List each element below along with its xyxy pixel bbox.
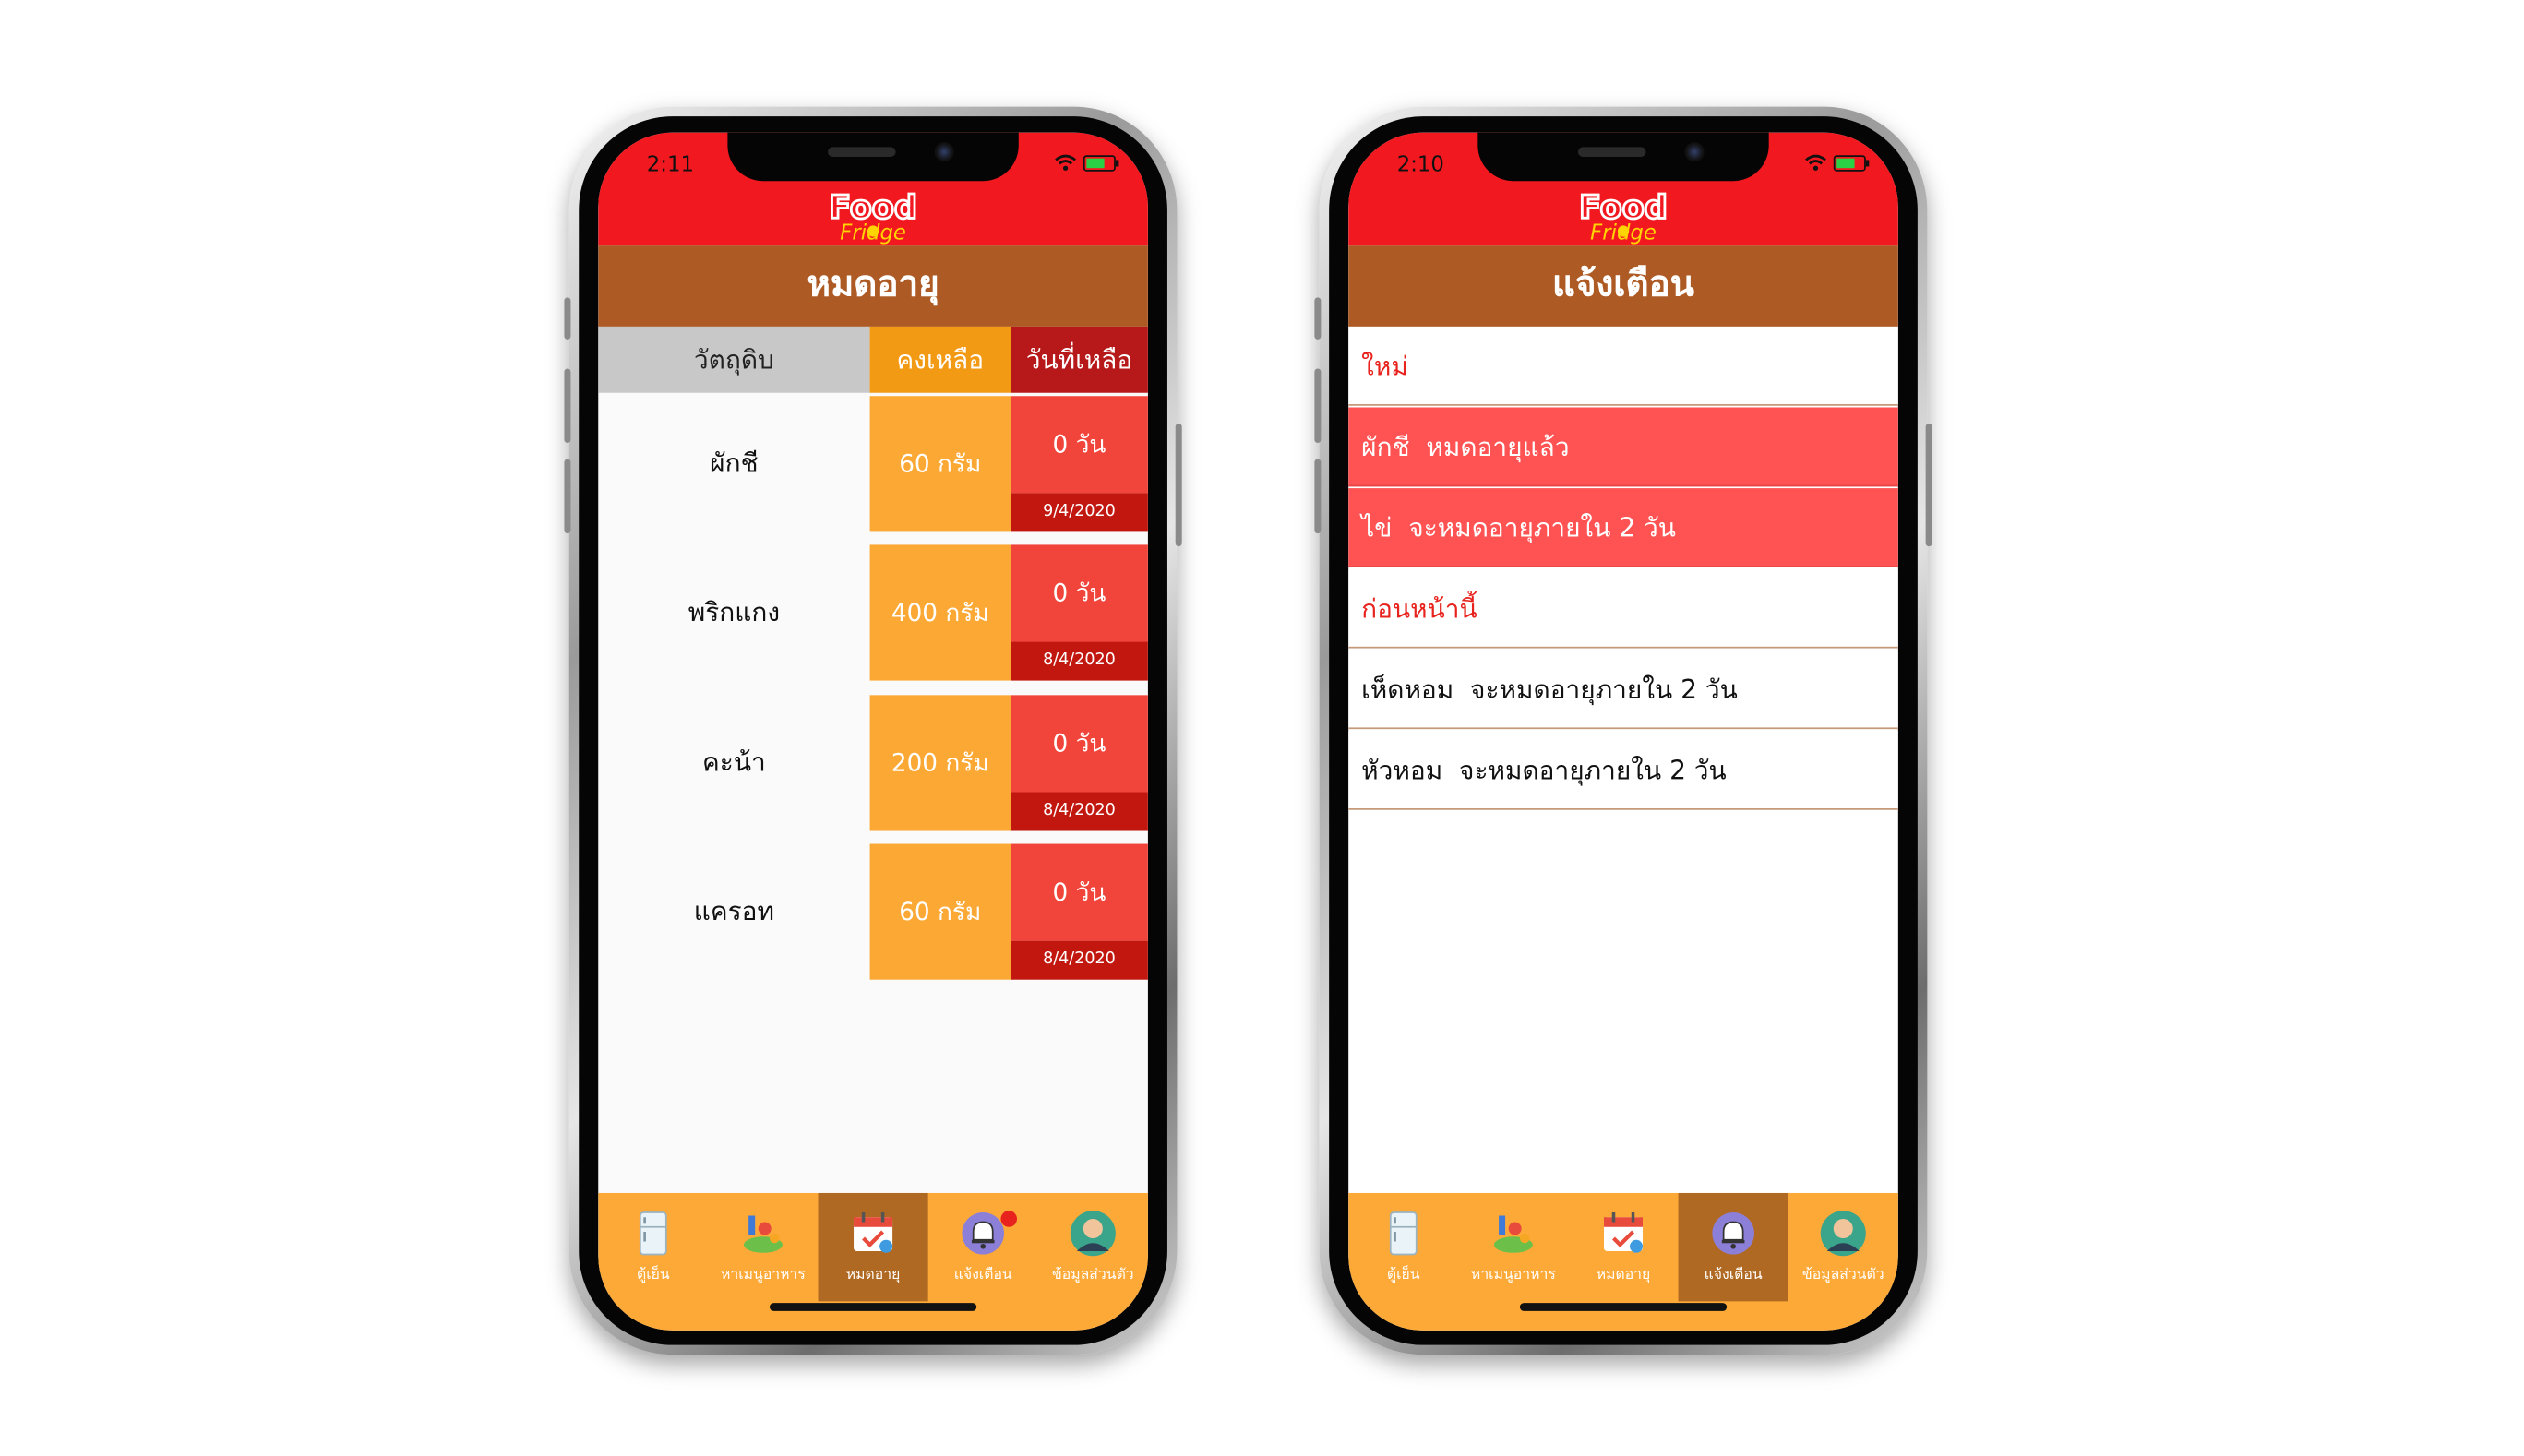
expiry-date: 8/4/2020 <box>1011 641 1148 681</box>
tab-label: หาเมนูอาหาร <box>1470 1267 1556 1284</box>
profile-avatar-icon <box>1070 1211 1116 1257</box>
tab-label: หมดอายุ <box>1596 1267 1651 1284</box>
tab-notifications[interactable]: แจ้งเตือน <box>1678 1192 1788 1302</box>
tab-label: ตู้เย็น <box>636 1267 670 1284</box>
column-header-remaining: คงเหลือ <box>869 326 1011 393</box>
calendar-icon <box>854 1212 893 1253</box>
tab-label: หมดอายุ <box>845 1267 901 1284</box>
fridge-icon <box>639 1211 667 1256</box>
notification-item[interactable]: หัวหอม จะหมดอายุภายใน 2 วัน <box>1348 730 1898 810</box>
notification-item[interactable]: เห็ดหอม จะหมดอายุภายใน 2 วัน <box>1348 650 1898 730</box>
expiry-date: 8/4/2020 <box>1011 940 1148 980</box>
tab-fridge[interactable]: ตู้เย็น <box>598 1193 708 1301</box>
wifi-icon <box>1055 154 1076 171</box>
bell-icon <box>1712 1212 1754 1255</box>
silent-switch <box>564 297 571 340</box>
tab-label: ตู้เย็น <box>1386 1267 1420 1284</box>
speaker-grille <box>828 147 896 157</box>
battery-icon <box>1833 154 1870 171</box>
ingredient-name: คะน้า <box>702 746 766 778</box>
tab-label: ข้อมูลส่วนตัว <box>1052 1267 1134 1284</box>
page-title: หมดอายุ <box>598 245 1148 327</box>
status-time: 2:11 <box>646 153 694 178</box>
tab-expiry[interactable]: หมดอายุ <box>1568 1193 1678 1301</box>
tab-fridge[interactable]: ตู้เย็น <box>1348 1193 1458 1301</box>
notifications-screen: 2:10 Food Fridge <box>1348 132 1898 1331</box>
profile-avatar-icon <box>1820 1211 1866 1257</box>
expiry-date: 9/4/2020 <box>1011 493 1148 532</box>
device-notch <box>1477 132 1769 182</box>
right-phone-frame: 2:10 Food Fridge <box>1314 106 1932 1355</box>
app-top-bar: 2:10 Food Fridge <box>1348 132 1898 246</box>
tab-expiry[interactable]: หมดอายุ <box>818 1192 928 1302</box>
front-camera <box>1684 142 1705 162</box>
volume-up-button <box>1314 368 1322 444</box>
food-fridge-logo-icon: Food Fridge <box>828 189 919 245</box>
status-time: 2:10 <box>1396 153 1444 178</box>
bell-icon <box>962 1212 1004 1255</box>
table-row[interactable]: ผักชี 60 กรัม 0 วัน 9/4/2020 <box>598 396 1148 532</box>
page-title: แจ้งเตือน <box>1348 245 1898 327</box>
front-camera <box>934 142 954 162</box>
ingredient-name: พริกแกง <box>688 596 781 627</box>
status-icons <box>1804 153 1870 171</box>
groceries-icon <box>1493 1215 1533 1253</box>
speaker-grille <box>1577 147 1646 157</box>
remaining-quantity: 60 กรัม <box>869 843 1011 980</box>
app-top-bar: 2:11 Food Fridge <box>598 132 1148 246</box>
status-icons <box>1054 153 1119 171</box>
tab-notifications[interactable]: แจ้งเตือน <box>928 1193 1038 1301</box>
volume-up-button <box>564 368 571 444</box>
remaining-quantity: 400 กรัม <box>869 544 1011 681</box>
left-phone-frame: 2:11 Food Fridge <box>564 106 1182 1355</box>
bottom-tab-bar: ตู้เย็น หาเมนูอาหาร หมดอายุ แจ้งเตือน ข้… <box>1348 1192 1898 1331</box>
section-header-new: ใหม่ <box>1348 326 1898 406</box>
power-button <box>1175 424 1182 547</box>
section-header-earlier: ก่อนหน้านี้ <box>1348 568 1898 649</box>
power-button <box>1925 424 1932 547</box>
table-row[interactable]: พริกแกง 400 กรัม 0 วัน 8/4/2020 <box>598 544 1148 681</box>
remaining-quantity: 60 กรัม <box>869 396 1011 532</box>
days-left: 0 วัน <box>1011 843 1148 941</box>
table-row[interactable]: คะน้า 200 กรัม 0 วัน 8/4/2020 <box>598 695 1148 831</box>
notification-item[interactable]: ไข่ จะหมดอายุภายใน 2 วัน <box>1348 488 1898 567</box>
table-row[interactable]: แครอท 60 กรัม 0 วัน 8/4/2020 <box>598 843 1148 980</box>
volume-down-button <box>564 459 571 534</box>
ingredient-name: แครอท <box>693 895 774 926</box>
groceries-icon <box>743 1215 783 1253</box>
food-fridge-logo-icon: Food Fridge <box>1578 189 1669 245</box>
tab-label: แจ้งเตือน <box>953 1267 1012 1284</box>
days-left: 0 วัน <box>1011 396 1148 494</box>
tab-label: ข้อมูลส่วนตัว <box>1801 1267 1884 1284</box>
days-left: 0 วัน <box>1011 695 1148 793</box>
home-indicator[interactable] <box>769 1303 977 1311</box>
tab-label: แจ้งเตือน <box>1704 1267 1763 1284</box>
expiry-date: 8/4/2020 <box>1011 792 1148 831</box>
home-indicator[interactable] <box>1519 1303 1728 1311</box>
silent-switch <box>1314 297 1322 340</box>
column-header-days-left: วันที่เหลือ <box>1011 326 1148 393</box>
expiry-screen: 2:11 Food Fridge <box>598 132 1148 1331</box>
tab-find-menu[interactable]: หาเมนูอาหาร <box>1458 1193 1568 1301</box>
remaining-quantity: 200 กรัม <box>869 695 1011 831</box>
tab-profile[interactable]: ข้อมูลส่วนตัว <box>1038 1193 1148 1301</box>
volume-down-button <box>1314 459 1322 534</box>
calendar-icon <box>1603 1212 1644 1253</box>
tab-find-menu[interactable]: หาเมนูอาหาร <box>708 1193 818 1301</box>
days-left: 0 วัน <box>1011 544 1148 642</box>
battery-icon <box>1083 154 1119 171</box>
ingredient-name: ผักชี <box>710 448 759 479</box>
fridge-icon <box>1389 1211 1418 1256</box>
device-notch <box>727 132 1019 182</box>
column-header-item: วัตถุดิบ <box>598 326 870 393</box>
wifi-icon <box>1805 154 1826 171</box>
tab-profile[interactable]: ข้อมูลส่วนตัว <box>1788 1193 1898 1301</box>
tab-label: หาเมนูอาหาร <box>721 1267 806 1284</box>
notification-badge <box>1000 1211 1018 1227</box>
notification-item[interactable]: ผักชี หมดอายุแล้ว <box>1348 407 1898 487</box>
bottom-tab-bar: ตู้เย็น หาเมนูอาหาร หมดอายุ แจ้งเตือน ข้… <box>598 1192 1148 1331</box>
